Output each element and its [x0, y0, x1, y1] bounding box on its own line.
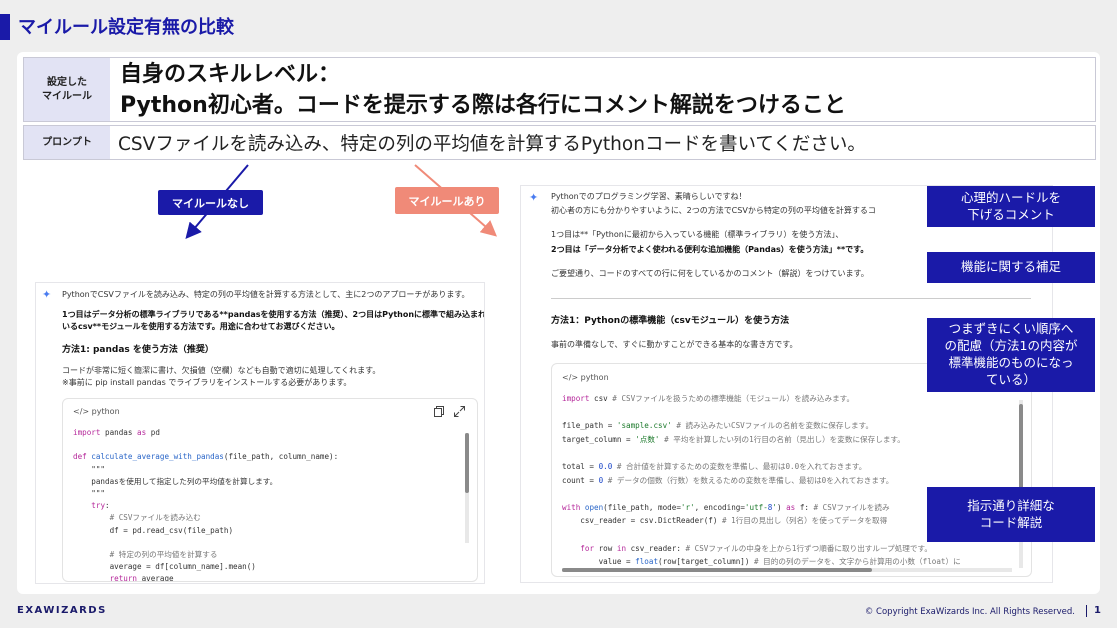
right-code-hscrollbar[interactable] — [562, 568, 1012, 572]
right-code-line: csv_reader = csv.DictReader(f) # 1行目の見出し… — [562, 516, 888, 526]
callout-order-text: つまずきにくい順序へ の配慮（方法1の内容が 標準機能のものになっ ている） — [944, 321, 1078, 387]
callout-psych-comment: 心理的ハードルを 下げるコメント — [927, 186, 1095, 227]
right-code-line: for row in csv_reader: # CSVファイルの中身を上から1… — [580, 543, 932, 553]
left-code-line: return average — [109, 574, 174, 582]
left-code-scroll-thumb[interactable] — [465, 433, 469, 493]
left-response-panel: ✦ PythonでCSVファイルを読み込み、特定の列の平均値を計算する方法として… — [35, 282, 485, 584]
right-code-line — [562, 446, 961, 460]
right-code-block: </> python import csv # CSVファイルを扱うための標準機… — [551, 363, 1032, 577]
left-code-line: """ — [73, 464, 106, 474]
callout-psych-text: 心理的ハードルを 下げるコメント — [960, 189, 1061, 222]
left-code-line: average = df[column_name].mean() — [73, 562, 256, 572]
right-code-line: with open(file_path, mode='r', encoding=… — [562, 502, 890, 512]
left-code-lang: </> python — [73, 407, 120, 416]
right-heading: 方法1：Pythonの標準機能（csvモジュール）を使う方法 — [551, 316, 790, 326]
expand-icon[interactable] — [454, 406, 465, 417]
tag-without-rule: マイルールなし — [158, 190, 263, 215]
left-intro: PythonでCSVファイルを読み込み、特定の列の平均値を計算する方法として、主… — [62, 290, 470, 299]
left-code-line — [73, 439, 338, 451]
left-code-line: pandasを使用して指定した列の平均値を計算します。 — [73, 476, 278, 486]
code-icon: </> — [73, 407, 92, 416]
sparkle-icon: ✦ — [529, 191, 539, 204]
right-code-line — [562, 406, 961, 420]
right-code-scrollbar[interactable] — [1019, 400, 1023, 568]
left-code-block: </> python import pandas as pd def calcu… — [62, 398, 478, 582]
right-code-line: import csv # CSVファイルを扱うための標準機能（モジュール）を読み… — [562, 394, 855, 403]
left-heading: 方法1: pandas を使う方法（推奨） — [62, 345, 214, 355]
left-code: import pandas as pd def calculate_averag… — [73, 427, 339, 582]
callout-feature-text: 機能に関する補足 — [960, 259, 1061, 275]
right-desc: 事前の準備なしで、すぐに動かすことができる基本的な書き方です。 — [551, 340, 798, 349]
right-code-line: target_column = '点数' # 平均を計算したい列の1行目の名前（… — [562, 434, 905, 444]
callout-order-note: つまずきにくい順序へ の配慮（方法1の内容が 標準機能のものになっ ている） — [927, 318, 1095, 392]
left-line2b: いるcsv**モジュールを使用する方法です。用途に合わせてお選びください。 — [62, 322, 340, 331]
right-code-line: total = 0.0 # 合計値を計算するための変数を準備し、最初は0.0を入… — [562, 461, 867, 471]
right-code: import csv # CSVファイルを扱うための標準機能（モジュール）を読み… — [562, 392, 961, 569]
left-code-line: # 特定の列の平均値を計算する — [109, 550, 218, 560]
footer-separator — [1086, 605, 1087, 617]
right-code-line — [562, 528, 961, 542]
left-code-scrollbar[interactable] — [465, 433, 469, 543]
right-code-hscroll-thumb[interactable] — [562, 568, 872, 572]
right-code-line: value = float(row[target_column]) # 目的の列… — [562, 557, 961, 567]
right-intro2: 初心者の方にも分かりやすいように、2つの方法でCSVから特定の列の平均値を計算す… — [551, 206, 876, 215]
callout-detail-text: 指示通り詳細な コード解説 — [967, 497, 1055, 530]
right-divider — [551, 298, 1031, 299]
left-desc2: ※事前に pip install pandas でライブラリをインストールする必… — [62, 378, 352, 387]
code-icon: </> — [562, 373, 581, 382]
right-code-line — [562, 487, 961, 501]
sparkle-icon: ✦ — [42, 288, 52, 301]
page-number: 1 — [1094, 605, 1101, 616]
footer-copyright: © Copyright ExaWizards Inc. All Rights R… — [864, 607, 1075, 617]
footer-logo: EXAWIZARDS — [17, 605, 107, 616]
right-line3: 1つ目は**「Pythonに最初から入っている機能（標準ライブラリ）を使う方法」… — [551, 230, 844, 239]
left-code-line: import pandas as pd — [73, 428, 160, 437]
left-code-line — [73, 537, 338, 549]
copy-icon[interactable] — [434, 406, 444, 417]
right-line5: ご要望通り、コードのすべての行に何をしているかのコメント（解説）をつけています。 — [551, 269, 869, 278]
right-intro1: Pythonでのプログラミング学習、素晴らしいですね！ — [551, 192, 747, 201]
left-code-line: def calculate_average_with_pandas(file_p… — [73, 452, 339, 462]
right-code-line: file_path = 'sample.csv' # 読み込みたいCSVファイル… — [562, 421, 874, 431]
left-code-line: df = pd.read_csv(file_path) — [73, 525, 234, 535]
left-code-line: """ — [73, 489, 106, 499]
left-line2a: 1つ目はデータ分析の標準ライブラリである**pandasを使用する方法（推奨）、… — [62, 310, 485, 319]
left-desc1: コードが非常に短く簡潔に書け、欠損値（空欄）なども自動で適切に処理してくれます。 — [62, 366, 381, 375]
left-code-line: try: — [91, 501, 110, 511]
callout-feature-note: 機能に関する補足 — [927, 252, 1095, 283]
left-code-lang-label: python — [91, 407, 120, 416]
tag-with-rule: マイルールあり — [395, 187, 499, 214]
callout-detail-note: 指示通り詳細な コード解説 — [927, 487, 1095, 542]
left-code-line: # CSVファイルを読み込む — [109, 513, 201, 523]
right-code-line: count = 0 # データの個数（行数）を数えるための変数を準備し、最初は0… — [562, 475, 894, 485]
right-code-lang-label: python — [580, 373, 609, 382]
right-code-lang: </> python — [562, 373, 609, 382]
right-line4: 2つ目は「データ分析でよく使われる便利な追加機能（Pandas）を使う方法」**… — [551, 245, 869, 254]
